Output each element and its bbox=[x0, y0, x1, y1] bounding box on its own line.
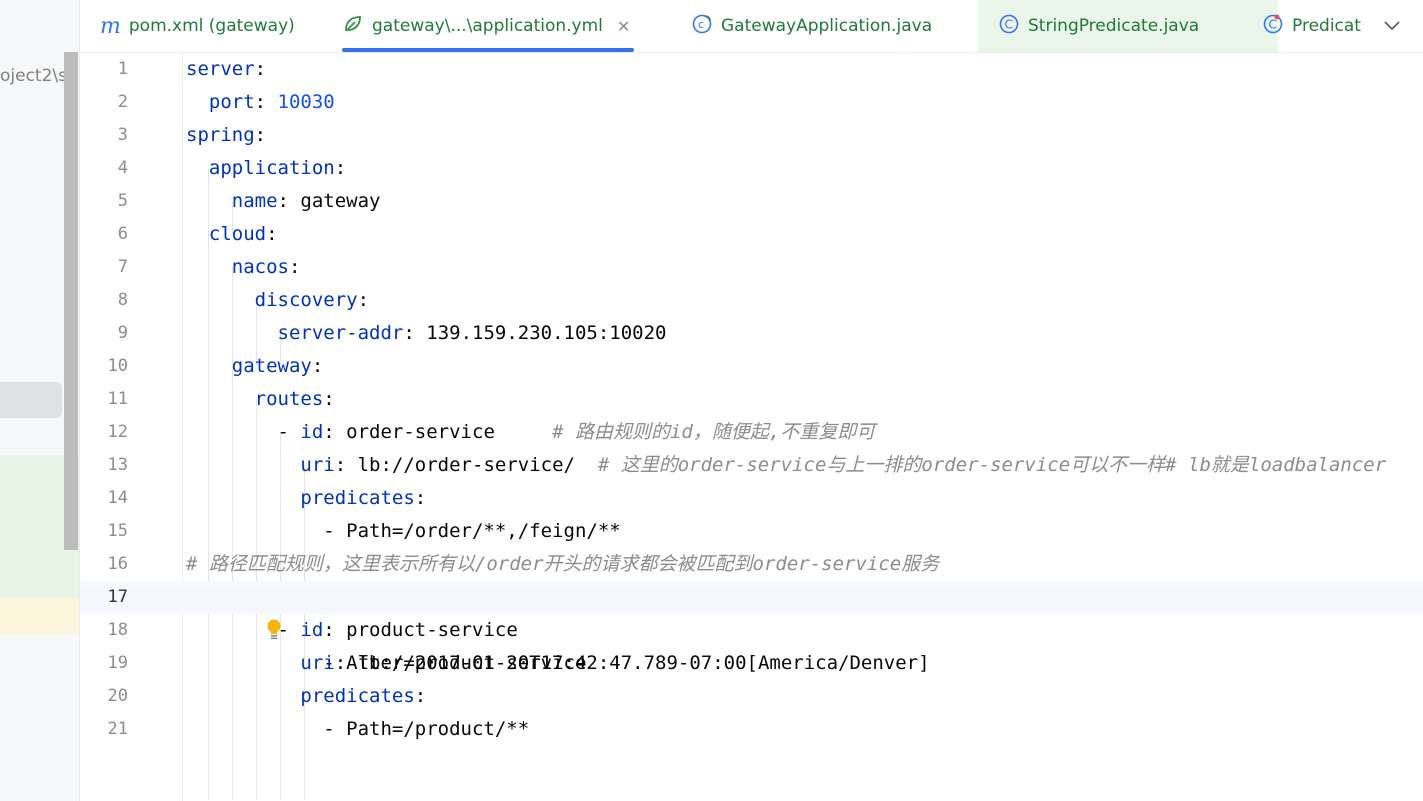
spring-yaml-icon bbox=[342, 13, 364, 40]
yaml-key: uri bbox=[300, 652, 335, 674]
tab-label: Predicat bbox=[1292, 16, 1361, 36]
class-icon: C bbox=[998, 13, 1020, 40]
yaml-value: gateway bbox=[300, 190, 381, 212]
yaml-value: lb://order-service/ bbox=[357, 454, 575, 476]
yaml-value: 139.159.230.105:10020 bbox=[426, 322, 667, 344]
code-line[interactable]: 21 - Path=/product/** bbox=[80, 713, 1423, 746]
yaml-key: id bbox=[300, 421, 324, 443]
line-number: 9 bbox=[117, 323, 128, 343]
yaml-key: name bbox=[231, 190, 278, 212]
yaml-key: discovery bbox=[254, 289, 358, 311]
code-line[interactable]: 15 - Path=/order/**,/feign/** bbox=[80, 515, 1423, 548]
spring-class-icon: c bbox=[691, 13, 713, 40]
yaml-key: server bbox=[186, 58, 255, 80]
code-line[interactable]: 3 spring: bbox=[80, 119, 1423, 152]
yaml-comment: # 这里的order-service与上一排的order-service可以不一… bbox=[597, 454, 1387, 476]
line-number: 3 bbox=[117, 125, 128, 145]
code-line[interactable]: 10 gateway: bbox=[80, 350, 1423, 383]
line-number: 2 bbox=[117, 92, 128, 112]
yaml-key: application bbox=[208, 157, 335, 179]
line-number: 18 bbox=[107, 620, 128, 640]
code-line[interactable]: 14 predicates: bbox=[80, 482, 1423, 515]
close-icon[interactable]: ✕ bbox=[617, 17, 630, 36]
line-number: 4 bbox=[117, 158, 128, 178]
yaml-key: port bbox=[208, 91, 255, 113]
selected-tree-item[interactable] bbox=[0, 382, 62, 418]
line-number: 14 bbox=[107, 488, 128, 508]
tab-predicate[interactable]: C Predicat bbox=[1262, 0, 1362, 52]
yaml-key: id bbox=[300, 619, 324, 641]
code-line[interactable]: 9 server-addr: 139.159.230.105:10020 bbox=[80, 317, 1423, 350]
yaml-key: spring bbox=[186, 124, 255, 146]
code-line[interactable]: 19 uri: lb://product-service bbox=[80, 647, 1423, 680]
line-number: 11 bbox=[107, 389, 128, 409]
line-number: 5 bbox=[117, 191, 128, 211]
tab-label: gateway\...\application.yml bbox=[372, 16, 603, 36]
tab-gateway-application[interactable]: c GatewayApplication.java bbox=[691, 0, 932, 52]
yaml-key: routes bbox=[254, 388, 324, 410]
code-line[interactable]: 5 name: gateway bbox=[80, 185, 1423, 218]
yaml-key: nacos bbox=[231, 256, 289, 278]
yaml-value: lb://product-service bbox=[357, 652, 587, 674]
tab-pom-xml[interactable]: m pom.xml (gateway) bbox=[100, 0, 295, 52]
line-number: 19 bbox=[107, 653, 128, 673]
line-number: 20 bbox=[107, 686, 128, 706]
yaml-value: - Path=/order/**,/feign/** bbox=[323, 520, 621, 542]
svg-text:C: C bbox=[1269, 17, 1277, 31]
code-line[interactable]: 7 nacos: bbox=[80, 251, 1423, 284]
class-icon: C bbox=[1262, 13, 1284, 40]
yaml-key: predicates bbox=[300, 487, 415, 509]
lightbulb-icon[interactable] bbox=[198, 586, 281, 640]
tab-label: pom.xml (gateway) bbox=[128, 16, 295, 36]
code-line[interactable]: 16 # 路径匹配规则，这里表示所有以/order开头的请求都会被匹配到order… bbox=[80, 548, 1423, 581]
code-editor[interactable]: 1 server: 2 port: 10030 3 spring: 4 applic… bbox=[80, 53, 1423, 801]
line-number: 8 bbox=[117, 290, 128, 310]
yaml-value: product-service bbox=[346, 619, 518, 641]
maven-icon: m bbox=[100, 13, 121, 39]
tab-label: StringPredicate.java bbox=[1028, 16, 1200, 36]
editor-tab-bar: m pom.xml (gateway) gateway\...\applicat… bbox=[80, 0, 1423, 53]
code-line[interactable]: 11 routes: bbox=[80, 383, 1423, 416]
line-number: 21 bbox=[107, 719, 128, 739]
yaml-key: cloud bbox=[208, 223, 267, 245]
chevron-down-icon[interactable] bbox=[1361, 0, 1423, 52]
tab-label: GatewayApplication.java bbox=[721, 16, 933, 36]
yaml-value: 10030 bbox=[277, 91, 335, 113]
highlight-region bbox=[0, 598, 80, 634]
code-line[interactable]: 13 uri: lb://order-service/ # 这里的order-s… bbox=[80, 449, 1423, 482]
yaml-key: gateway bbox=[231, 355, 312, 377]
project-panel: oject2\spr bbox=[0, 0, 80, 801]
tab-application-yml[interactable]: gateway\...\application.yml ✕ bbox=[342, 0, 635, 52]
yaml-comment: # 路径匹配规则，这里表示所有以/order开头的请求都会被匹配到order-s… bbox=[186, 553, 940, 575]
code-line[interactable]: 18 - id: product-service bbox=[80, 614, 1423, 647]
code-line[interactable]: 8 discovery: bbox=[80, 284, 1423, 317]
line-number: 7 bbox=[117, 257, 128, 277]
yaml-value: order-service bbox=[346, 421, 495, 443]
code-line-current[interactable]: 17 - After=2017-01-20T17:42:47.789-07:00… bbox=[80, 581, 1423, 674]
code-line[interactable]: 1 server: bbox=[80, 53, 1423, 86]
code-line[interactable]: 20 predicates: bbox=[80, 680, 1423, 713]
line-number: 13 bbox=[107, 455, 128, 475]
line-number: 12 bbox=[107, 422, 128, 442]
yaml-comment: # 路由规则的id，随便起,不重复即可 bbox=[552, 421, 876, 443]
svg-text:c: c bbox=[698, 18, 704, 31]
yaml-key: server-addr bbox=[277, 322, 404, 344]
line-number: 17 bbox=[107, 587, 128, 607]
line-number: 10 bbox=[107, 356, 128, 376]
code-line[interactable]: 12 - id: order-service # 路由规则的id，随便起,不重复… bbox=[80, 416, 1423, 449]
code-line[interactable]: 6 cloud: bbox=[80, 218, 1423, 251]
panel-scrollbar[interactable] bbox=[64, 52, 78, 550]
tab-string-predicate[interactable]: C StringPredicate.java bbox=[978, 0, 1278, 52]
line-number: 1 bbox=[117, 59, 128, 79]
yaml-key: uri bbox=[300, 454, 335, 476]
yaml-key: predicates bbox=[300, 685, 415, 707]
line-number: 6 bbox=[117, 224, 128, 244]
line-number: 15 bbox=[107, 521, 128, 541]
code-line[interactable]: 2 port: 10030 bbox=[80, 86, 1423, 119]
code-line[interactable]: 4 application: bbox=[80, 152, 1423, 185]
yaml-value: - Path=/product/** bbox=[323, 718, 530, 740]
line-number: 16 bbox=[107, 554, 128, 574]
svg-text:C: C bbox=[1005, 17, 1013, 31]
